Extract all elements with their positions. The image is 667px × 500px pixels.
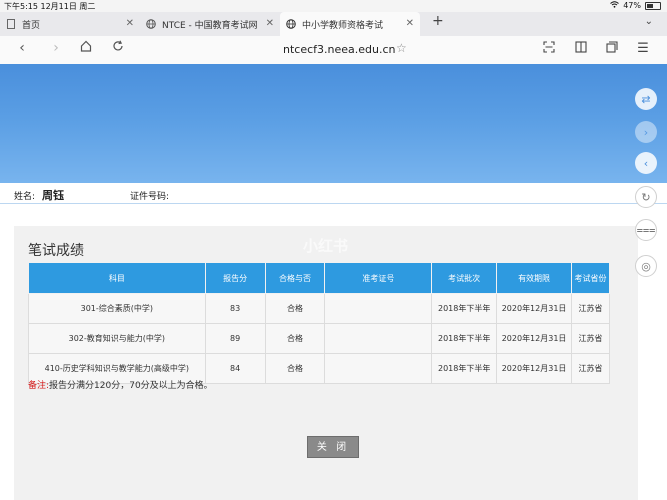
score-note: 备注:报告分满分120分，70分及以上为合格。 <box>28 378 213 391</box>
cell-batch: 2018年下半年 <box>431 323 498 354</box>
filter-icon[interactable]: ⩶ <box>635 219 657 241</box>
note-text: 报告分满分120分，70分及以上为合格。 <box>49 381 213 391</box>
scores-title: 笔试成绩 <box>28 243 84 259</box>
cell-pass: 合格 <box>264 293 326 324</box>
cell-subject: 301-综合素质(中学) <box>28 293 206 324</box>
cell-batch: 2018年下半年 <box>431 353 498 384</box>
cell-valid: 2020年12月31日 <box>496 353 572 384</box>
name-value: 周钰 <box>42 189 64 202</box>
cell-ticket <box>324 323 433 354</box>
cell-valid: 2020年12月31日 <box>496 323 572 354</box>
new-tab-button[interactable]: + <box>432 13 444 29</box>
back-icon[interactable]: ‹ <box>12 40 32 56</box>
reader-icon[interactable] <box>572 41 590 57</box>
cell-subject: 302-教育知识与能力(中学) <box>28 323 206 354</box>
battery-icon <box>645 1 661 10</box>
chevron-right-icon[interactable]: › <box>635 121 657 143</box>
wifi-icon <box>610 1 620 10</box>
menu-icon[interactable]: ☰ <box>634 41 652 56</box>
cell-batch: 2018年下半年 <box>431 293 498 324</box>
cell-province: 江苏省 <box>571 323 610 354</box>
cell-province: 江苏省 <box>571 293 610 324</box>
col-score: 报告分 <box>204 262 266 294</box>
forward-icon[interactable]: › <box>46 40 66 56</box>
cell-score: 83 <box>204 293 266 324</box>
id-label: 证件号码: <box>130 192 170 202</box>
tabs-overview-icon[interactable] <box>603 41 621 57</box>
cell-score: 89 <box>204 323 266 354</box>
page-banner <box>0 64 667 183</box>
cell-pass: 合格 <box>264 353 326 384</box>
star-icon[interactable]: ☆ <box>396 41 407 55</box>
cell-province: 江苏省 <box>571 353 610 384</box>
status-bar: 下午5:15 12月11日 周二 47% <box>0 0 667 12</box>
tab-home[interactable]: 首页 ✕ <box>0 12 140 36</box>
tab-ntce-label: NTCE - 中国教育考试网 <box>162 20 258 31</box>
col-batch: 考试批次 <box>431 262 498 294</box>
scan-icon[interactable] <box>540 41 558 57</box>
chevron-down-icon[interactable]: ⌄ <box>645 16 653 27</box>
scores-table: 科目 报告分 合格与否 准考证号 考试批次 有效期限 考试省份 301-综合素质… <box>28 262 610 384</box>
tab-home-label: 首页 <box>22 20 41 31</box>
chevron-left-icon[interactable]: ‹ <box>635 152 657 174</box>
target-icon[interactable]: ◎ <box>635 255 657 277</box>
candidate-info: 姓名: 周钰 证件号码: <box>0 183 667 207</box>
table-row: 302-教育知识与能力(中学) 89 合格 2018年下半年 2020年12月3… <box>28 323 610 354</box>
globe-icon <box>286 19 296 29</box>
home-icon[interactable] <box>76 40 96 56</box>
cell-ticket <box>324 293 433 324</box>
refresh-icon[interactable]: ↻ <box>635 186 657 208</box>
watermark-logo: 小红书 <box>303 237 349 255</box>
page-icon <box>6 19 16 29</box>
note-label: 备注: <box>28 381 50 391</box>
tab-teacher-exam-label: 中小学教师资格考试 <box>302 20 384 31</box>
col-pass: 合格与否 <box>264 262 326 294</box>
tab-ntce[interactable]: NTCE - 中国教育考试网 ✕ <box>140 12 280 36</box>
close-icon[interactable]: ✕ <box>126 18 134 29</box>
col-valid: 有效期限 <box>496 262 572 294</box>
col-subject: 科目 <box>28 262 206 294</box>
address-bar: ‹ › ntcecf3.neea.edu.cn ☆ ☰ <box>0 36 667 65</box>
status-time: 下午5:15 12月11日 周二 <box>4 2 96 11</box>
url-field[interactable]: ntcecf3.neea.edu.cn <box>283 43 396 56</box>
close-icon[interactable]: ✕ <box>406 18 414 29</box>
table-header: 科目 报告分 合格与否 准考证号 考试批次 有效期限 考试省份 <box>28 262 610 294</box>
table-row: 301-综合素质(中学) 83 合格 2018年下半年 2020年12月31日 … <box>28 293 610 324</box>
cell-pass: 合格 <box>264 323 326 354</box>
cell-valid: 2020年12月31日 <box>496 293 572 324</box>
cell-ticket <box>324 353 433 384</box>
close-button[interactable]: 关 闭 <box>307 436 359 458</box>
close-icon[interactable]: ✕ <box>266 18 274 29</box>
tab-bar: 首页 ✕ NTCE - 中国教育考试网 ✕ 中小学教师资格考试 ✕ + ⌄ <box>0 12 667 36</box>
tab-teacher-exam[interactable]: 中小学教师资格考试 ✕ <box>280 12 420 36</box>
name-label: 姓名: <box>14 192 36 202</box>
divider <box>0 203 667 204</box>
reload-icon[interactable] <box>108 40 128 56</box>
cell-score: 84 <box>204 353 266 384</box>
col-ticket: 准考证号 <box>324 262 433 294</box>
battery-percent: 47% <box>623 1 641 10</box>
globe-icon <box>146 19 156 29</box>
status-right: 47% <box>610 1 661 10</box>
swap-icon[interactable]: ⇄ <box>635 88 657 110</box>
col-province: 考试省份 <box>571 262 610 294</box>
